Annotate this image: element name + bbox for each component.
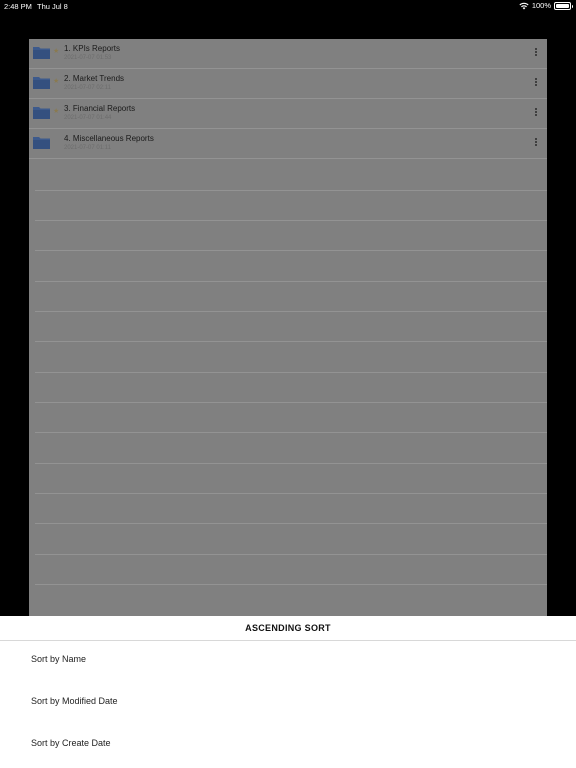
battery-percent: 100% — [531, 1, 551, 10]
wifi-icon — [519, 2, 529, 9]
list-divider — [35, 584, 547, 585]
file-name: 3. Financial Reports — [64, 104, 136, 113]
battery-icon — [554, 1, 573, 10]
file-name: 1. KPIs Reports — [64, 44, 121, 53]
star-icon[interactable]: ★ — [53, 77, 59, 85]
list-divider — [35, 493, 547, 494]
sort-by-modified-date-option[interactable]: Sort by Modified Date — [0, 680, 576, 722]
list-divider — [35, 372, 547, 373]
file-date: 2021-07-07 01:53 — [64, 55, 112, 61]
status-time: 2:48 PM — [4, 2, 32, 11]
star-icon[interactable]: ★ — [53, 47, 59, 55]
file-row[interactable]: ★ 2. Market Trends 2021-07-07 02:11 — [29, 69, 547, 99]
file-date: 2021-07-07 01:44 — [64, 115, 112, 121]
status-bar: 2:48 PM Thu Jul 8 100% — [0, 0, 576, 13]
more-vertical-icon[interactable] — [529, 47, 543, 61]
file-row[interactable]: 4. Miscellaneous Reports 2021-07-07 01:1… — [29, 129, 547, 159]
sort-by-name-option[interactable]: Sort by Name — [0, 638, 576, 680]
list-divider — [35, 341, 547, 342]
folder-icon — [33, 107, 50, 119]
folder-icon — [33, 137, 50, 149]
list-divider — [35, 523, 547, 524]
status-date: Thu Jul 8 — [37, 2, 68, 11]
sort-by-create-date-option[interactable]: Sort by Create Date — [0, 722, 576, 764]
file-row[interactable]: ★ 1. KPIs Reports 2021-07-07 01:53 — [29, 39, 547, 69]
option-label: Sort by Create Date — [31, 738, 111, 748]
file-date: 2021-07-07 02:11 — [64, 85, 111, 91]
list-divider — [35, 432, 547, 433]
list-divider — [35, 311, 547, 312]
more-vertical-icon[interactable] — [529, 137, 543, 151]
status-right: 100% — [519, 1, 573, 10]
list-divider — [35, 402, 547, 403]
list-divider — [35, 250, 547, 251]
file-name: 2. Market Trends — [64, 74, 125, 83]
file-list-panel: ★ 1. KPIs Reports 2021-07-07 01:53 ★ 2. … — [29, 39, 547, 616]
folder-icon — [33, 47, 50, 59]
star-icon[interactable]: ★ — [53, 107, 59, 115]
option-label: Sort by Name — [31, 654, 87, 664]
list-divider — [35, 554, 547, 555]
folder-icon — [33, 77, 50, 89]
file-row[interactable]: ★ 3. Financial Reports 2021-07-07 01:44 — [29, 99, 547, 129]
list-divider — [35, 281, 547, 282]
more-vertical-icon[interactable] — [529, 107, 543, 121]
list-divider — [35, 220, 547, 221]
option-label: Sort by Modified Date — [31, 696, 118, 706]
file-date: 2021-07-07 01:11 — [64, 145, 111, 151]
more-vertical-icon[interactable] — [529, 77, 543, 91]
list-divider — [35, 190, 547, 191]
file-name: 4. Miscellaneous Reports — [64, 134, 154, 143]
sort-action-sheet: ASCENDING SORT Sort by Name Sort by Modi… — [0, 616, 576, 768]
list-divider — [35, 463, 547, 464]
